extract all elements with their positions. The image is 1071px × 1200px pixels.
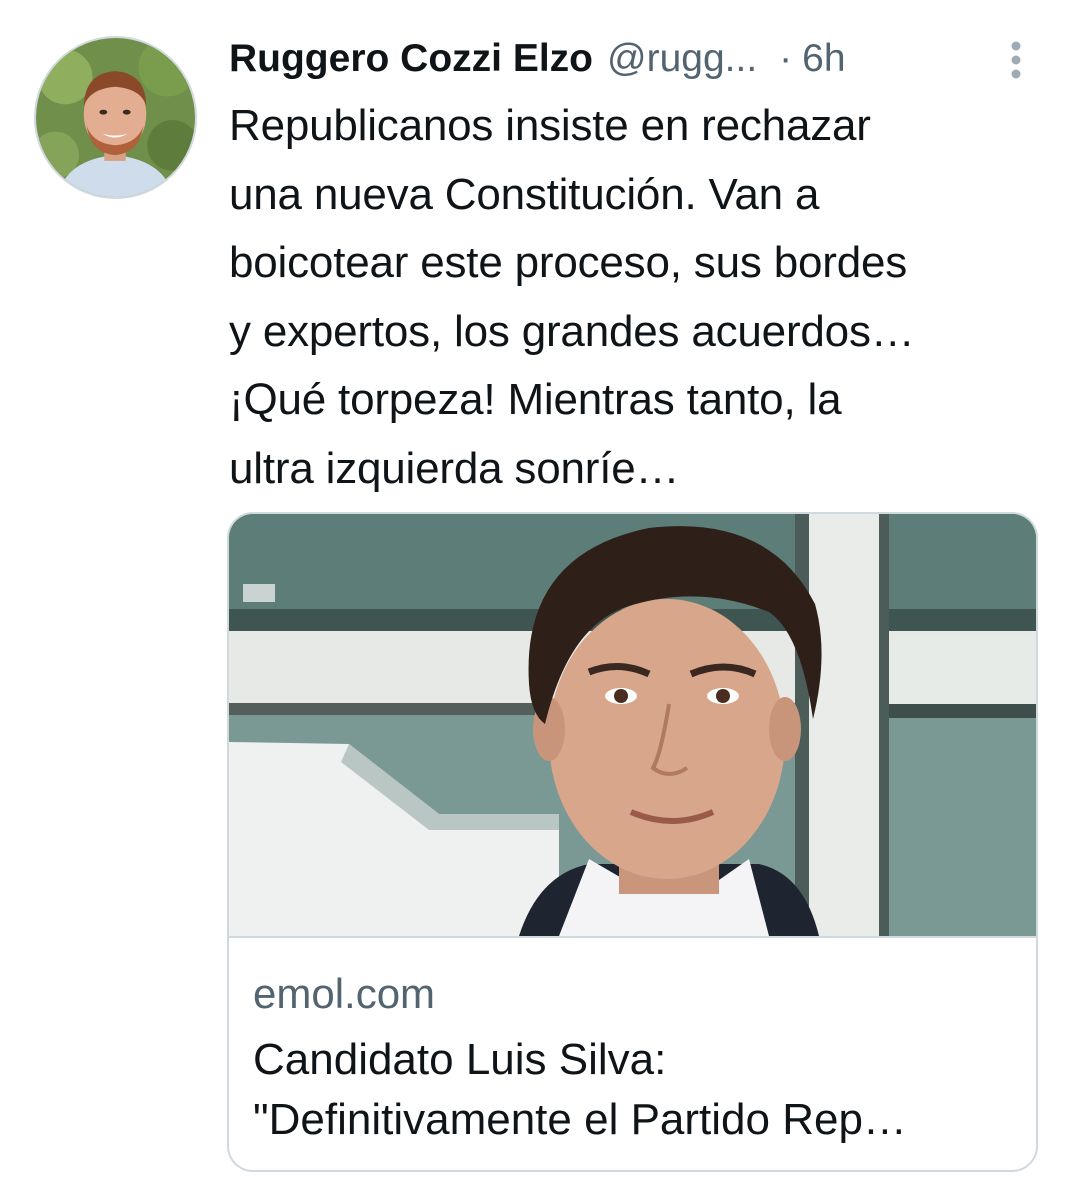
- tweet-text-line: boicotear este proceso, sus bordes: [229, 238, 908, 288]
- tweet[interactable]: Ruggero Cozzi Elzo @rugg... · 6h Republi…: [0, 0, 1071, 1200]
- card-domain: emol.com: [253, 970, 436, 1017]
- tweet-text-line: ¡Qué torpeza! Mientras tanto, la: [229, 375, 842, 425]
- card-image: [229, 514, 1036, 936]
- tweet-text-line: Republicanos insiste en rechazar: [229, 101, 871, 150]
- tweet-timestamp[interactable]: 6h: [802, 30, 845, 88]
- tweet-text-line: ultra izquierda sonríe…: [229, 443, 680, 493]
- header-separator: ·: [779, 37, 793, 80]
- tweet-text-line: y expertos, los grandes acuerdos…: [229, 306, 915, 356]
- link-preview-card[interactable]: emol.com Candidato Luis Silva: "Definiti…: [227, 512, 1038, 1172]
- card-title-line: "Definitivamente el Partido Rep…: [253, 1095, 907, 1144]
- tweet-text-line: una nueva Constitución. Van a: [229, 169, 820, 219]
- card-title-line: Candidato Luis Silva:: [253, 1035, 667, 1084]
- tweet-text: Republicanos insiste en rechazar una nue…: [229, 92, 1049, 504]
- card-title: Candidato Luis Silva: "Definitivamente e…: [253, 1030, 1023, 1150]
- portrait-photo: [229, 514, 1036, 936]
- tweet-header: Ruggero Cozzi Elzo @rugg... · 6h: [229, 30, 1029, 88]
- author-display-name[interactable]: Ruggero Cozzi Elzo: [229, 30, 593, 88]
- avatar-photo: [36, 38, 195, 197]
- author-handle[interactable]: @rugg...: [607, 30, 757, 88]
- author-avatar[interactable]: [34, 36, 197, 199]
- more-options-icon[interactable]: [1004, 38, 1028, 82]
- card-divider: [229, 936, 1036, 938]
